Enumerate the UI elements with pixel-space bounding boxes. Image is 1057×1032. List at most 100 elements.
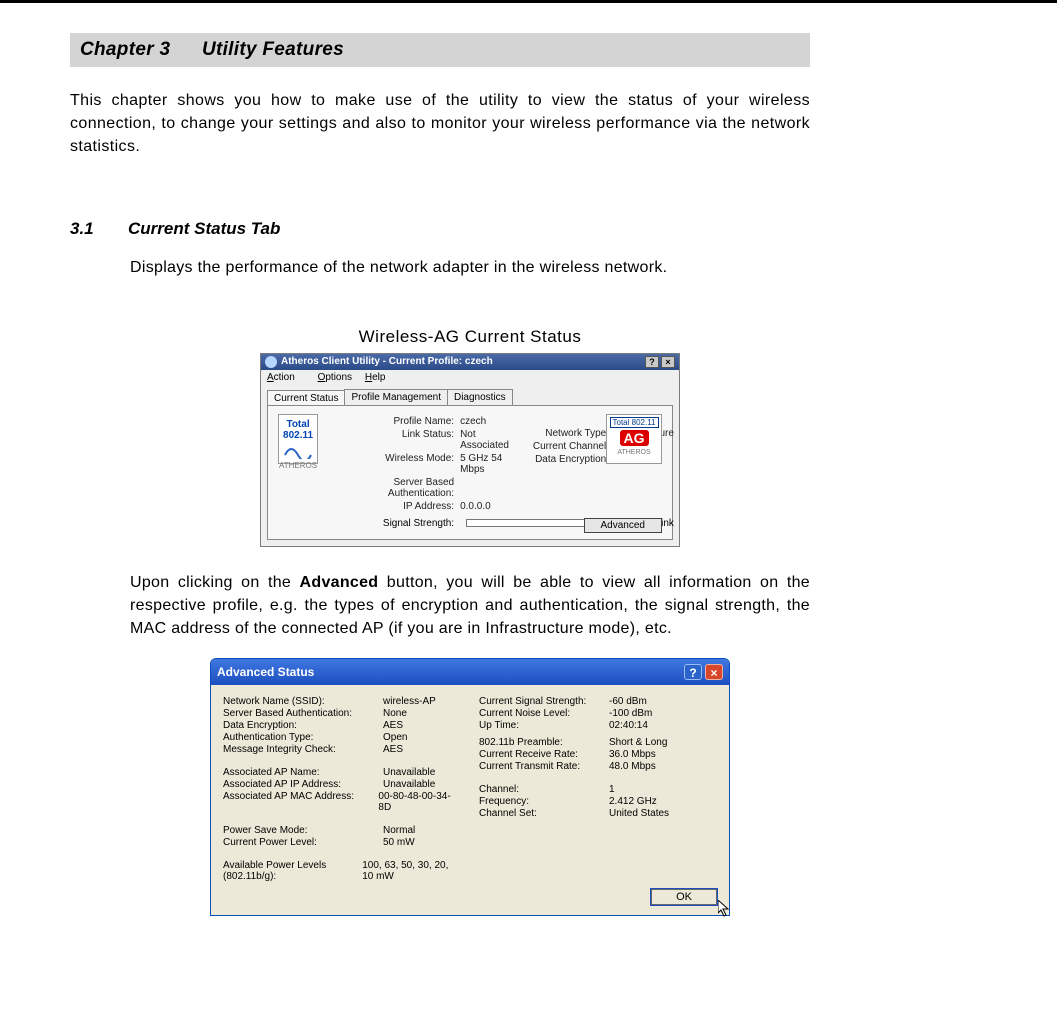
atheros-logo: Total 802.11 ATHEROS	[278, 414, 318, 464]
label-mic: Message Integrity Check:	[223, 744, 383, 755]
label-ssid: Network Name (SSID):	[223, 696, 383, 707]
value-profile-name: czech	[460, 416, 509, 427]
wave-icon	[283, 441, 313, 459]
advanced-status-titlebar: Advanced Status ? ×	[211, 659, 729, 685]
advanced-left-column: Network Name (SSID):wireless-AP Server B…	[223, 695, 461, 883]
logo-brand-left: ATHEROS	[279, 461, 317, 470]
label-signal-strength: Signal Strength:	[330, 518, 460, 529]
ok-button[interactable]: OK	[651, 889, 717, 905]
chapter-intro: This chapter shows you how to make use o…	[70, 89, 810, 159]
label-channel: Channel:	[479, 784, 609, 795]
value-ssid: wireless-AP	[383, 696, 436, 707]
value-cpl: 50 mW	[383, 837, 415, 848]
label-auth-type: Authentication Type:	[223, 732, 383, 743]
tab-profile-management[interactable]: Profile Management	[344, 389, 448, 405]
label-ap-mac: Associated AP MAC Address:	[223, 791, 378, 813]
value-ap-name: Unavailable	[383, 767, 435, 778]
value-link-status: Not Associated	[460, 429, 509, 451]
value-adv-sba: None	[383, 708, 407, 719]
value-preamble: Short & Long	[609, 737, 667, 748]
value-wireless-mode: 5 GHz 54 Mbps	[460, 453, 509, 475]
label-data-encryption: Data Encryption:	[515, 454, 615, 465]
label-cpl: Current Power Level:	[223, 837, 383, 848]
window-title: Atheros Client Utility - Current Profile…	[281, 356, 493, 367]
page-body: Chapter 3 Utility Features This chapter …	[0, 3, 1057, 916]
help-button[interactable]: ?	[645, 356, 659, 368]
value-ctr: 48.0 Mbps	[609, 761, 656, 772]
tab-current-status[interactable]: Current Status	[267, 390, 345, 406]
para2-pre: Upon clicking on the	[130, 574, 300, 591]
section-heading: 3.1 Current Status Tab	[70, 219, 987, 239]
label-adv-enc: Data Encryption:	[223, 720, 383, 731]
value-mic: AES	[383, 744, 403, 755]
label-ctr: Current Transmit Rate:	[479, 761, 609, 772]
value-ap-mac: 00-80-48-00-34-8D	[378, 791, 461, 813]
help-button[interactable]: ?	[684, 664, 702, 680]
client-utility-titlebar: Atheros Client Utility - Current Profile…	[261, 354, 679, 370]
logo-tag: Total 802.11	[610, 417, 659, 428]
advanced-footer: OK	[211, 889, 729, 915]
value-frequency: 2.412 GHz	[609, 796, 657, 807]
tabstrip: Current Status Profile Management Diagno…	[267, 389, 673, 405]
value-channel-set: United States	[609, 808, 669, 819]
close-button[interactable]: ×	[661, 356, 675, 368]
label-current-channel: Current Channel:	[515, 441, 615, 452]
menubar: Action Options Help	[261, 370, 679, 385]
cursor-icon	[718, 900, 732, 918]
value-uptime: 02:40:14	[609, 720, 648, 731]
label-crr: Current Receive Rate:	[479, 749, 609, 760]
section-title: Current Status Tab	[128, 219, 280, 239]
label-apl: Available Power Levels (802.11b/g):	[223, 860, 362, 882]
logo-tag-left: Total 802.11	[279, 419, 317, 441]
logo-brand: ATHEROS	[617, 449, 650, 456]
chapter-title: Utility Features	[202, 39, 344, 60]
value-css: -60 dBm	[609, 696, 647, 707]
label-link-status: Link Status:	[330, 429, 460, 451]
label-ap-name: Associated AP Name:	[223, 767, 383, 778]
app-icon	[265, 356, 277, 368]
section-body: Displays the performance of the network …	[130, 259, 810, 917]
menu-help[interactable]: Help	[365, 372, 386, 383]
value-cnl: -100 dBm	[609, 708, 652, 719]
current-status-panel: Total 802.11 AG ATHEROS Total 802.11 ATH…	[267, 405, 673, 540]
label-adv-sba: Server Based Authentication:	[223, 708, 383, 719]
label-preamble: 802.11b Preamble:	[479, 737, 609, 748]
chapter-heading: Chapter 3 Utility Features	[70, 33, 810, 67]
logo-ag-icon: AG	[620, 430, 649, 446]
value-crr: 36.0 Mbps	[609, 749, 656, 760]
label-ip: IP Address:	[330, 501, 460, 512]
section-number: 3.1	[70, 219, 128, 239]
value-psm: Normal	[383, 825, 415, 836]
advanced-button[interactable]: Advanced	[584, 518, 662, 533]
label-network-type: Network Type:	[515, 428, 615, 439]
label-profile-name: Profile Name:	[330, 416, 460, 427]
value-sba	[460, 477, 509, 499]
label-uptime: Up Time:	[479, 720, 609, 731]
atheros-ag-logo: Total 802.11 AG ATHEROS	[606, 414, 662, 464]
label-frequency: Frequency:	[479, 796, 609, 807]
label-wireless-mode: Wireless Mode:	[330, 453, 460, 475]
label-sba: Server Based Authentication:	[330, 477, 460, 499]
label-psm: Power Save Mode:	[223, 825, 383, 836]
chapter-number: Chapter 3	[80, 39, 170, 60]
value-apl: 100, 63, 50, 30, 20, 10 mW	[362, 860, 461, 882]
advanced-status-body: Network Name (SSID):wireless-AP Server B…	[211, 685, 729, 889]
label-css: Current Signal Strength:	[479, 696, 609, 707]
advanced-status-window: Advanced Status ? × Network Name (SSID):…	[210, 658, 730, 916]
advanced-status-title: Advanced Status	[217, 665, 314, 679]
menu-options[interactable]: Options	[318, 372, 352, 383]
label-ap-ip: Associated AP IP Address:	[223, 779, 383, 790]
para2-bold: Advanced	[300, 574, 379, 591]
value-auth-type: Open	[383, 732, 407, 743]
close-button[interactable]: ×	[705, 664, 723, 680]
tab-diagnostics[interactable]: Diagnostics	[447, 389, 513, 405]
value-ap-ip: Unavailable	[383, 779, 435, 790]
figure-caption: Wireless-AG Current Status	[130, 327, 810, 347]
advanced-paragraph: Upon clicking on the Advanced button, yo…	[130, 571, 810, 641]
label-cnl: Current Noise Level:	[479, 708, 609, 719]
value-channel: 1	[609, 784, 615, 795]
value-ip: 0.0.0.0	[460, 501, 509, 512]
value-adv-enc: AES	[383, 720, 403, 731]
label-channel-set: Channel Set:	[479, 808, 609, 819]
menu-action[interactable]: Action	[267, 372, 305, 383]
